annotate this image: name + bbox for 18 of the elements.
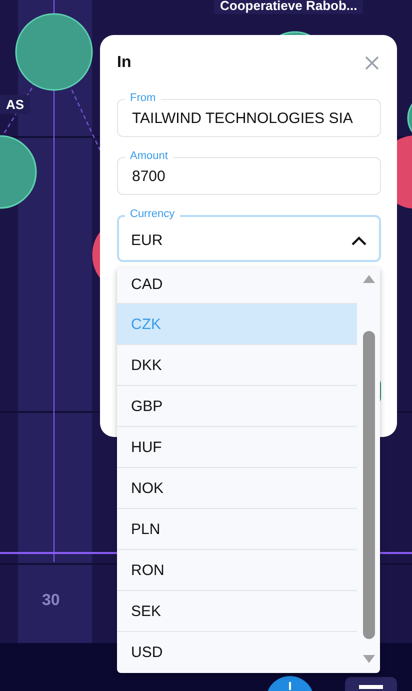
dropdown-option[interactable]: NOK <box>117 468 357 509</box>
dialog-title: In <box>117 54 132 72</box>
field-label: Currency <box>125 207 180 221</box>
axis-label: 30 <box>42 592 60 610</box>
close-button[interactable] <box>363 54 381 72</box>
bubble[interactable] <box>0 135 37 209</box>
scrollbar-thumb[interactable] <box>362 331 374 639</box>
bubble-label: AS <box>0 95 30 114</box>
dropdown-option[interactable]: USD <box>117 632 357 673</box>
dropdown-option[interactable]: GBP <box>117 386 357 427</box>
dropdown-option[interactable]: RON <box>117 550 357 591</box>
dropdown-option[interactable]: HUF <box>117 427 357 468</box>
bubble-label: Cooperatieve Rabob... <box>214 0 364 14</box>
bubble[interactable] <box>15 13 93 91</box>
dropdown-option[interactable]: PLN <box>117 509 357 550</box>
dropdown-option[interactable]: DKK <box>117 345 357 386</box>
dropdown-option[interactable]: SEK <box>117 591 357 632</box>
chevron-up-icon <box>351 236 367 246</box>
